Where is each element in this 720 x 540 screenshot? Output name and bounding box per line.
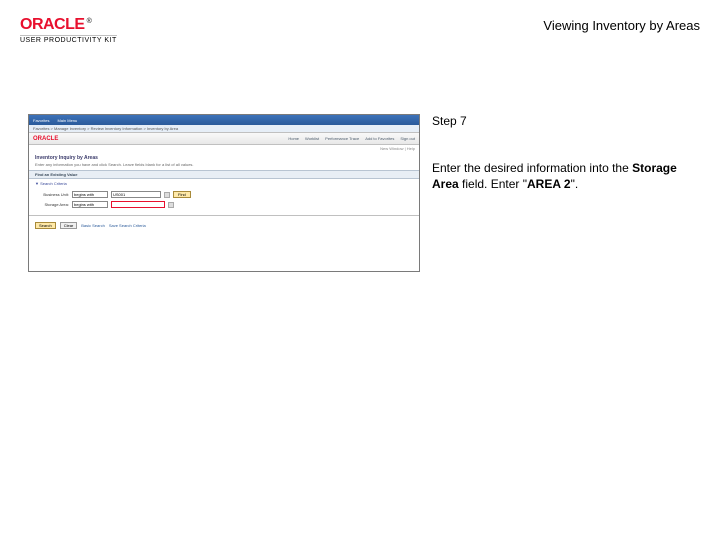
find-header: Find an Existing Value (29, 170, 419, 179)
instr-value: AREA 2 (527, 177, 571, 191)
search-form: Business Unit: begins with US001 Find St… (29, 188, 419, 211)
storage-area-field[interactable] (111, 201, 165, 208)
clear-button[interactable]: Clear (60, 222, 78, 229)
form-footer: Search Clear Basic Search Save Search Cr… (29, 220, 419, 231)
app-page-desc: Enter any information you have and click… (29, 162, 419, 170)
row-storage-area: Storage Area: begins with (35, 201, 413, 208)
app-brand: ORACLE (33, 136, 58, 142)
basic-search-link[interactable]: Basic Search (81, 223, 105, 228)
menu-main[interactable]: Main Menu (57, 118, 77, 123)
nav-perf[interactable]: Performance Trace (325, 136, 359, 141)
nav-signout[interactable]: Sign out (400, 136, 415, 141)
divider (29, 215, 419, 216)
instr-part3: ". (571, 177, 579, 191)
app-nav: Home Worklist Performance Trace Add to F… (288, 136, 415, 141)
instr-part1: Enter the desired information into the (432, 161, 632, 175)
instruction-panel: Step 7 Enter the desired information int… (432, 114, 688, 192)
brand-logo-block: ORACLE ® USER PRODUCTIVITY KIT (20, 16, 117, 44)
search-criteria-label: ▼ Search Criteria (29, 179, 419, 188)
business-unit-label: Business Unit: (35, 192, 69, 197)
search-criteria-text: Search Criteria (40, 181, 67, 186)
row-business-unit: Business Unit: begins with US001 Find (35, 191, 413, 198)
instr-part2: field. Enter " (459, 177, 527, 191)
search-button[interactable]: Search (35, 222, 56, 229)
brand-subtitle: USER PRODUCTIVITY KIT (20, 35, 117, 44)
trademark-symbol: ® (87, 18, 92, 25)
page-title: Viewing Inventory by Areas (543, 18, 700, 33)
app-header: ORACLE Home Worklist Performance Trace A… (29, 133, 419, 145)
nav-home[interactable]: Home (288, 136, 299, 141)
nav-worklist[interactable]: Worklist (305, 136, 319, 141)
storage-area-label: Storage Area: (35, 202, 69, 207)
menu-favorites[interactable]: Favorites (33, 118, 49, 123)
app-page-h1: Inventory Inquiry by Areas (29, 152, 419, 162)
app-userline: New Window | Help (29, 145, 419, 152)
find-button[interactable]: Find (173, 191, 191, 198)
step-number: Step 7 (432, 114, 688, 146)
instruction-text: Enter the desired information into the S… (432, 160, 688, 192)
business-unit-field[interactable]: US001 (111, 191, 161, 198)
brand-wordmark: ORACLE (20, 16, 85, 34)
save-search-link[interactable]: Save Search Criteria (109, 223, 146, 228)
nav-fav[interactable]: Add to Favorites (365, 136, 394, 141)
breadcrumb: Favorites > Manage Inventory > Review In… (29, 125, 419, 133)
storage-area-operator[interactable]: begins with (72, 201, 108, 208)
lookup-icon[interactable] (164, 192, 170, 198)
business-unit-operator[interactable]: begins with (72, 191, 108, 198)
lookup-icon[interactable] (168, 202, 174, 208)
app-screenshot: Favorites Main Menu Favorites > Manage I… (28, 114, 420, 272)
app-menubar: Favorites Main Menu (29, 115, 419, 125)
